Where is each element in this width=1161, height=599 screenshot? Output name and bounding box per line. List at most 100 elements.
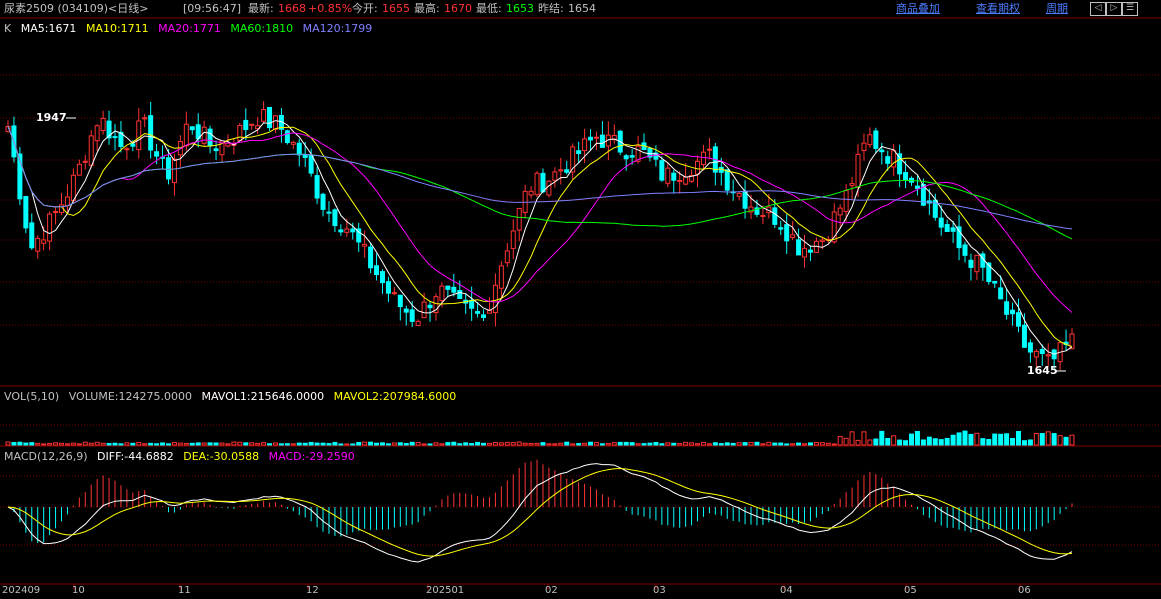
candle-body [142,117,148,120]
volume-bar [261,442,267,446]
ma120-line [7,126,1073,230]
kline-chart[interactable] [0,0,1161,599]
volume-bar [201,442,207,446]
candle-body [897,153,903,175]
candle-body [320,193,326,210]
volume-bar [231,441,237,446]
x-tick: 04 [780,585,793,596]
overlay-link[interactable]: 商品叠加 [896,2,940,15]
candle-body [88,135,94,166]
volume-bar [998,433,1004,446]
candle-body [332,209,338,227]
volume-bar [498,442,504,446]
volume-bar [802,443,808,446]
candle-body [1069,333,1075,350]
volume-bar [326,443,332,446]
candle-body [1027,342,1033,353]
volume-bar [593,442,599,446]
candle-body [932,199,938,218]
high-label: 最高: [414,2,440,15]
x-tick: 12 [306,585,319,596]
candle-body [261,109,267,122]
macd-label: MACD(12,26,9) [4,450,88,463]
candle-body [629,155,635,158]
prev-icon[interactable]: ◁ [1090,2,1106,16]
candle-body [504,250,510,264]
candle-body [47,213,53,242]
volume-bar [112,442,118,446]
candle-body [427,304,433,309]
volume-bar [486,442,492,446]
candle-body [272,115,278,130]
candle-body [950,227,956,232]
candle-body [546,180,552,196]
candle-body [695,160,701,175]
volume-bar [968,433,974,446]
volume-bar [219,442,225,446]
volume-bar [225,443,231,446]
candle-body [677,180,683,183]
candle-body [689,175,695,182]
candle-body [290,141,296,145]
candle-body [819,239,825,242]
volume-bar [891,435,897,446]
volume-bar [1016,430,1022,446]
candle-body [1063,341,1069,345]
macd-value: MACD:-29.2590 [268,450,355,463]
volume-bar [445,442,451,446]
volume-bar [879,430,885,446]
volume-bar [653,441,659,446]
volume-bar [932,438,938,446]
candle-body [962,244,968,256]
dea-label: DEA:-30.0588 [183,450,260,463]
options-link[interactable]: 查看期权 [976,2,1020,15]
candle-body [53,211,59,214]
volume-bar [308,441,314,446]
volume-bar [730,442,736,446]
candle-body [421,301,427,319]
volume-bar [576,443,582,446]
volume-bar [475,441,481,446]
candle-body [463,299,469,304]
x-tick: 03 [653,585,666,596]
candle-body [136,120,142,151]
volume-bar [909,433,915,446]
period-link[interactable]: 周期 [1046,2,1068,15]
candle-body [885,156,891,164]
candle-body [397,294,403,308]
candle-body [552,171,558,181]
volume-bar [867,439,873,446]
menu-icon[interactable]: ☰ [1122,2,1138,16]
volume-bar [742,442,748,446]
volume-bar [427,443,433,446]
volume-bar [1069,434,1075,446]
candle-body [124,148,130,151]
candle-body [611,135,617,141]
volume-bar [1027,439,1033,446]
next-icon[interactable]: ▷ [1106,2,1122,16]
candle-body [160,156,166,159]
volume-bar [278,443,284,446]
candle-body [1045,354,1051,357]
volume-bar [790,443,796,446]
volume-bar [920,439,926,446]
x-tick: 05 [904,585,917,596]
candle-body [582,138,588,152]
candle-body [534,172,540,196]
candle-body [605,134,611,147]
candle-body [302,154,308,158]
latest-label: 最新: [248,2,274,15]
volume-bar [160,442,166,446]
candle-body [350,228,356,233]
volume-bar [368,441,374,446]
volume-bar [772,442,778,446]
volume-bar [677,443,683,446]
volume-bar [843,437,849,446]
candle-body [492,284,498,314]
candle-body [659,160,665,181]
candle-body [374,265,380,276]
volume-bar [617,441,623,446]
volume-bar [23,442,29,446]
volume-bar [873,438,879,446]
volume-bar [338,443,344,446]
